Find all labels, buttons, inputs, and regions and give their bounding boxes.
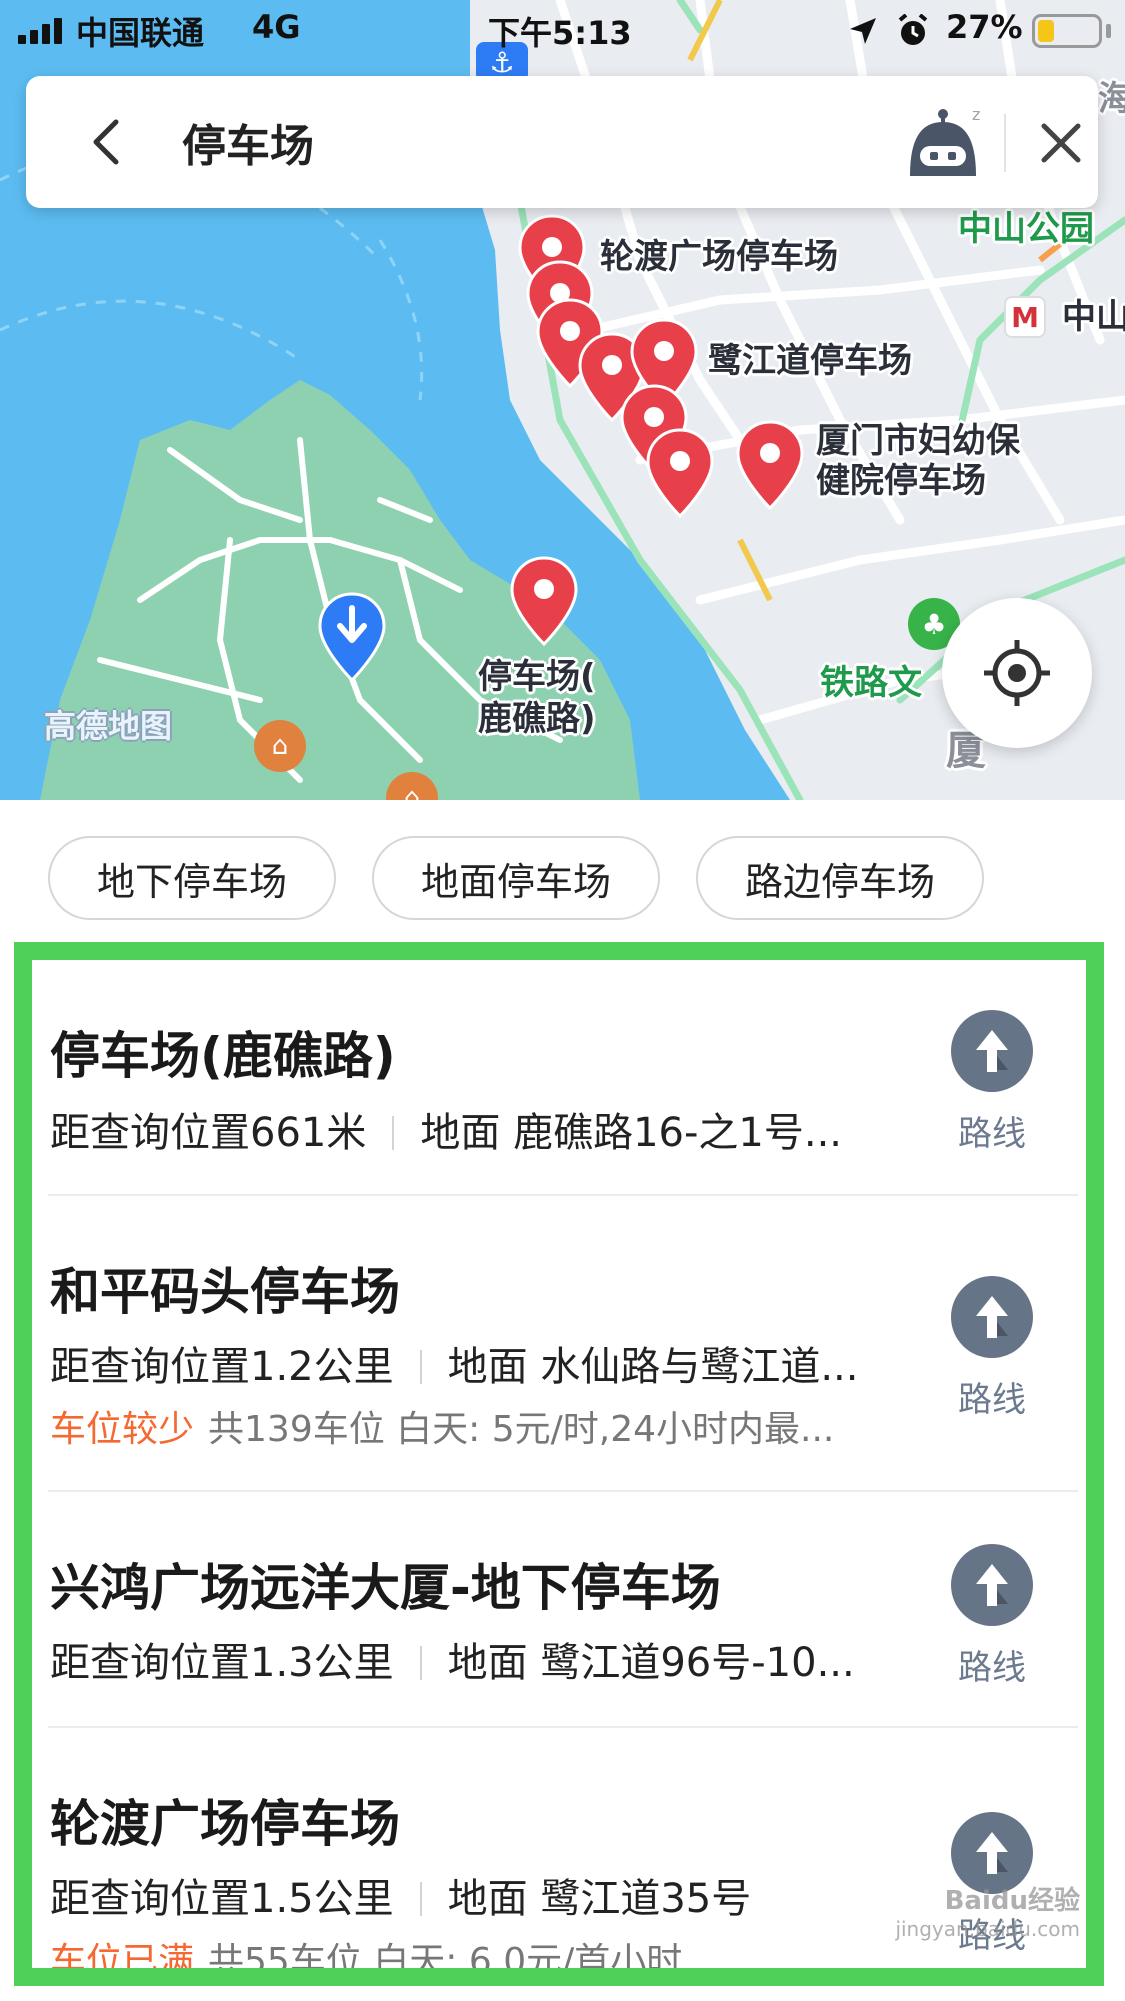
svg-text:z: z (972, 105, 980, 124)
map-label-gulang-line2: 鹿礁路) (478, 699, 596, 739)
parking-pin[interactable] (510, 556, 578, 648)
map-label-fuyou-line2: 健院停车场 (816, 461, 986, 501)
map-label-zhongshan-park: 中山公园 (958, 209, 1094, 249)
carrier-name: 中国联通 (76, 14, 205, 52)
filter-underground-parking[interactable]: 地下停车场 (48, 836, 336, 920)
highlight-frame (14, 942, 1104, 1986)
watermark-main: Baidu经验 (944, 1886, 1080, 1916)
search-bar-divider (1004, 114, 1006, 172)
voice-assistant-robot-icon[interactable]: z (900, 100, 986, 186)
watermark-url: jingyan.baidu.com (895, 1917, 1080, 1941)
search-query-text[interactable]: 停车场 (182, 110, 314, 174)
baidu-jingyan-watermark: Baidu经验 jingyan.baidu.com (860, 1880, 1080, 1941)
location-arrow-icon (850, 18, 876, 44)
battery-icon (1032, 14, 1102, 48)
map-label-tielu: 铁路文 (820, 663, 922, 703)
map-label-lujiang: 鹭江道停车场 (708, 341, 912, 381)
battery-cap (1106, 24, 1111, 38)
parking-pin[interactable] (646, 428, 714, 520)
crosshair-icon (984, 640, 1050, 706)
network-type: 4G (252, 8, 301, 46)
close-icon[interactable] (1036, 118, 1086, 168)
map-label-lundu: 轮渡广场停车场 (600, 237, 838, 277)
map-view[interactable]: 轮渡广场停车场 鹭江道停车场 厦门市妇幼保 健院停车场 中山公园 中山 铁路文 … (0, 0, 1125, 800)
status-bar: 中国联通 4G 下午5:13 27% (0, 0, 1125, 62)
filter-surface-parking[interactable]: 地面停车场 (372, 836, 660, 920)
map-label-gulang-line1: 停车场( (478, 657, 596, 697)
amap-logo: 高德地图 (44, 707, 173, 745)
metro-station-icon[interactable]: M (1004, 296, 1046, 338)
signal-strength-icon (18, 18, 62, 44)
filter-roadside-parking[interactable]: 路边停车场 (696, 836, 984, 920)
query-location-marker[interactable] (318, 592, 386, 684)
filter-bar: 地下停车场 地面停车场 路边停车场 (0, 800, 1125, 940)
map-label-hai: 海 (1098, 79, 1125, 119)
map-label-fuyou-line1: 厦门市妇幼保 (816, 421, 1020, 461)
map-label-zhongshan: 中山 (1062, 297, 1125, 337)
back-arrow-icon[interactable] (82, 116, 132, 168)
battery-percent: 27% (946, 8, 1023, 46)
clock: 下午5:13 (488, 14, 632, 52)
results-list[interactable]: 停车场(鹿礁路) 距查询位置661米 地面 鹿礁路16-之1号... 路线 和平码… (0, 940, 1125, 2001)
search-bar[interactable]: 停车场 z (26, 76, 1098, 208)
temple-poi-icon[interactable]: ⌂ (254, 720, 306, 772)
alarm-clock-icon (898, 14, 928, 45)
locate-me-button[interactable] (942, 598, 1092, 748)
parking-pin[interactable] (736, 420, 804, 512)
